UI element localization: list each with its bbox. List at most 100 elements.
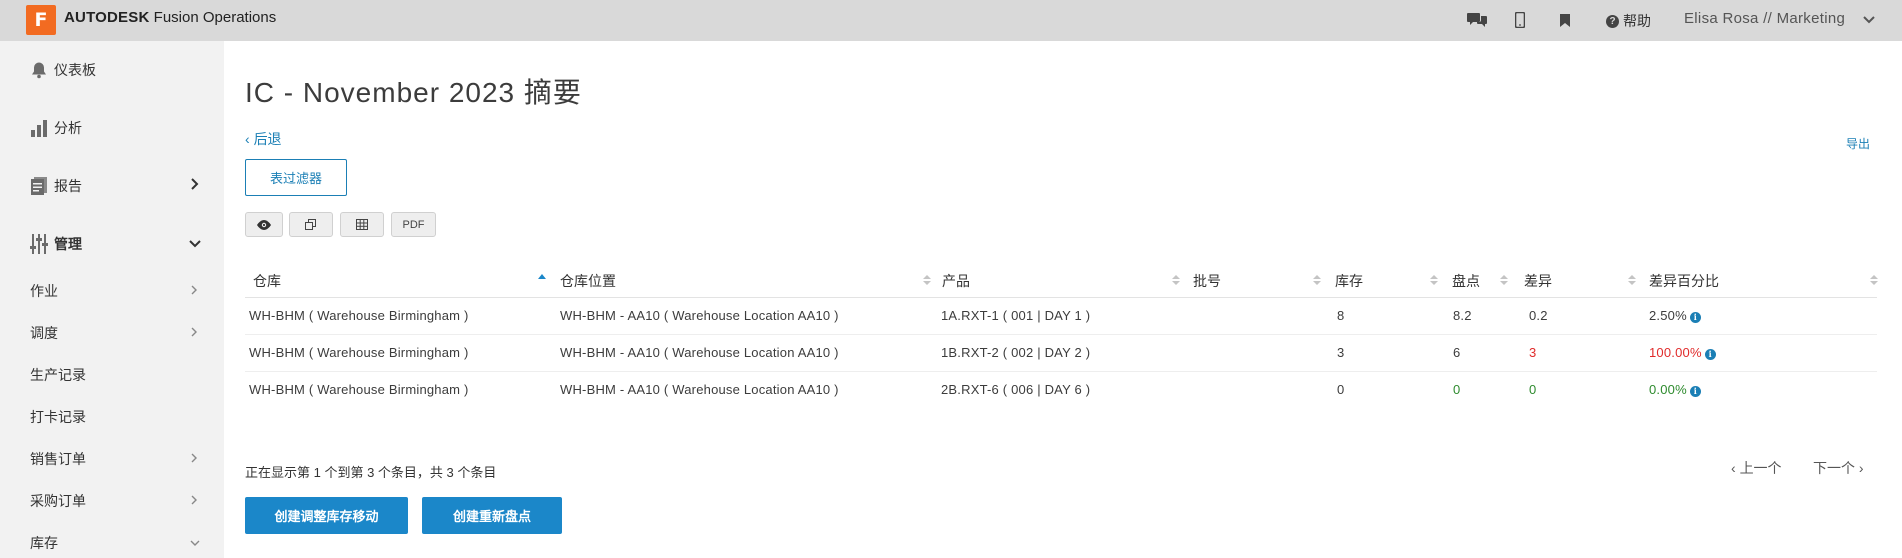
chevron-right-icon bbox=[190, 450, 198, 468]
sidebar-subitem-label: 作业 bbox=[30, 283, 58, 299]
sidebar-subitem-inventory[interactable]: 库存 bbox=[0, 522, 224, 558]
sort-both-icon[interactable] bbox=[923, 273, 931, 287]
sort-both-icon[interactable] bbox=[1430, 273, 1438, 287]
cell-stock: 3 bbox=[1337, 345, 1345, 360]
sidebar-subitem-jobs[interactable]: 作业 bbox=[0, 270, 224, 312]
column-header-count[interactable]: 盘点 bbox=[1452, 271, 1480, 291]
copy-button[interactable] bbox=[289, 212, 333, 237]
sidebar: 仪表板 分析 报告 管理 作业 调度 生产记录 打卡记录 销售订单 采购订单 库… bbox=[0, 41, 224, 558]
table-info: 正在显示第 1 个到第 3 个条目，共 3 个条目 bbox=[245, 465, 497, 480]
sort-both-icon[interactable] bbox=[1870, 273, 1878, 287]
sort-both-icon[interactable] bbox=[1172, 273, 1180, 287]
info-icon[interactable]: i bbox=[1689, 385, 1701, 397]
chevron-down-icon[interactable] bbox=[1862, 12, 1876, 30]
top-bar: F AUTODESK Fusion Operations ? 帮助 Elisa … bbox=[0, 0, 1902, 41]
report-icon bbox=[29, 176, 49, 196]
sidebar-item-analytics[interactable]: 分析 bbox=[0, 99, 224, 157]
sort-asc-icon[interactable] bbox=[538, 273, 546, 287]
sidebar-item-label: 分析 bbox=[54, 120, 82, 136]
sidebar-subitem-label: 采购订单 bbox=[30, 493, 86, 509]
sidebar-item-label: 仪表板 bbox=[54, 62, 96, 78]
column-header-location[interactable]: 仓库位置 bbox=[560, 271, 616, 291]
help-label: 帮助 bbox=[1623, 13, 1651, 29]
pct-value: 0.00% bbox=[1649, 382, 1687, 397]
create-adjustment-move-button[interactable]: 创建调整库存移动 bbox=[245, 497, 408, 534]
chevron-down-icon bbox=[190, 534, 200, 552]
chevron-right-icon bbox=[190, 492, 198, 510]
cell-difference: 3 bbox=[1529, 345, 1537, 360]
cell-difference: 0 bbox=[1529, 382, 1537, 397]
cell-location: WH-BHM - AA10 ( Warehouse Location AA10 … bbox=[560, 345, 839, 360]
pdf-export-button[interactable]: PDF bbox=[391, 212, 436, 237]
back-link[interactable]: ‹ 后退 bbox=[245, 129, 282, 149]
sort-both-icon[interactable] bbox=[1628, 273, 1636, 287]
sidebar-item-manage[interactable]: 管理 bbox=[0, 215, 224, 273]
prev-label: 上一个 bbox=[1739, 460, 1782, 476]
sidebar-subitem-label: 调度 bbox=[30, 325, 58, 341]
next-label: 下一个 bbox=[1813, 460, 1855, 476]
pagination-next[interactable]: 下一个 › bbox=[1813, 458, 1864, 478]
mobile-icon[interactable] bbox=[1513, 8, 1527, 32]
sidebar-subitem-label: 打卡记录 bbox=[30, 409, 86, 425]
sidebar-subitem-clock-records[interactable]: 打卡记录 bbox=[0, 396, 224, 438]
help-icon: ? bbox=[1606, 14, 1619, 28]
column-header-difference-pct[interactable]: 差异百分比 bbox=[1649, 271, 1719, 291]
page-title: IC - November 2023 摘要 bbox=[245, 77, 582, 108]
sidebar-subitem-label: 生产记录 bbox=[30, 367, 86, 383]
cell-location: WH-BHM - AA10 ( Warehouse Location AA10 … bbox=[560, 382, 839, 397]
chevron-right-icon bbox=[189, 177, 199, 195]
cell-warehouse: WH-BHM ( Warehouse Birmingham ) bbox=[249, 382, 469, 397]
sidebar-subitem-label: 库存 bbox=[30, 535, 58, 551]
cell-difference-pct: 2.50% i bbox=[1649, 308, 1701, 323]
column-header-product[interactable]: 产品 bbox=[942, 271, 970, 291]
user-menu[interactable]: Elisa Rosa // Marketing bbox=[1684, 10, 1845, 27]
cell-stock: 8 bbox=[1337, 308, 1345, 323]
brand-product: Fusion Operations bbox=[153, 9, 277, 26]
cell-count: 6 bbox=[1453, 345, 1461, 360]
cell-product: 1B.RXT-2 ( 002 | DAY 2 ) bbox=[941, 345, 1091, 360]
column-header-warehouse[interactable]: 仓库 bbox=[253, 271, 281, 291]
view-columns-button[interactable] bbox=[245, 212, 283, 237]
create-recount-button[interactable]: 创建重新盘点 bbox=[422, 497, 562, 534]
excel-export-button[interactable] bbox=[340, 212, 384, 237]
column-header-lot[interactable]: 批号 bbox=[1193, 271, 1221, 291]
sidebar-subitem-sales-orders[interactable]: 销售订单 bbox=[0, 438, 224, 480]
table-filter-button[interactable]: 表过滤器 bbox=[245, 159, 347, 196]
info-icon[interactable]: i bbox=[1704, 348, 1716, 360]
cell-count: 8.2 bbox=[1453, 308, 1472, 323]
bookmark-icon[interactable] bbox=[1558, 8, 1572, 32]
chevron-right-icon bbox=[190, 282, 198, 300]
sidebar-subitem-purchase-orders[interactable]: 采购订单 bbox=[0, 480, 224, 522]
help-link[interactable]: ? 帮助 bbox=[1606, 11, 1651, 31]
chevron-right-icon bbox=[190, 324, 198, 342]
sidebar-subitem-production-records[interactable]: 生产记录 bbox=[0, 354, 224, 396]
cell-difference: 0.2 bbox=[1529, 308, 1548, 323]
cell-count: 0 bbox=[1453, 382, 1461, 397]
column-header-difference[interactable]: 差异 bbox=[1524, 271, 1552, 291]
sidebar-item-reports[interactable]: 报告 bbox=[0, 157, 224, 215]
sidebar-item-dashboard[interactable]: 仪表板 bbox=[0, 41, 224, 99]
row-divider bbox=[245, 371, 1877, 372]
cell-warehouse: WH-BHM ( Warehouse Birmingham ) bbox=[249, 308, 469, 323]
sort-both-icon[interactable] bbox=[1500, 273, 1508, 287]
brand-name: AUTODESK Fusion Operations bbox=[64, 9, 276, 26]
export-link[interactable]: 导出 bbox=[1846, 135, 1870, 152]
table-icon bbox=[356, 219, 368, 230]
cell-difference-pct: 0.00% i bbox=[1649, 382, 1701, 397]
sidebar-item-label: 管理 bbox=[54, 236, 82, 252]
pagination-previous[interactable]: ‹ 上一个 bbox=[1731, 458, 1782, 478]
sort-both-icon[interactable] bbox=[1313, 273, 1321, 287]
chat-icon[interactable] bbox=[1465, 8, 1489, 32]
eye-icon bbox=[257, 219, 271, 230]
column-header-stock[interactable]: 库存 bbox=[1335, 271, 1363, 291]
cell-warehouse: WH-BHM ( Warehouse Birmingham ) bbox=[249, 345, 469, 360]
row-divider bbox=[245, 334, 1877, 335]
chevron-down-icon bbox=[189, 235, 201, 253]
copy-icon bbox=[305, 218, 316, 230]
fusion-logo[interactable]: F bbox=[26, 5, 56, 35]
info-icon[interactable]: i bbox=[1689, 311, 1701, 323]
cell-location: WH-BHM - AA10 ( Warehouse Location AA10 … bbox=[560, 308, 839, 323]
sidebar-subitem-scheduling[interactable]: 调度 bbox=[0, 312, 224, 354]
bar-chart-icon bbox=[29, 118, 49, 138]
brand-autodesk: AUTODESK bbox=[64, 9, 150, 26]
